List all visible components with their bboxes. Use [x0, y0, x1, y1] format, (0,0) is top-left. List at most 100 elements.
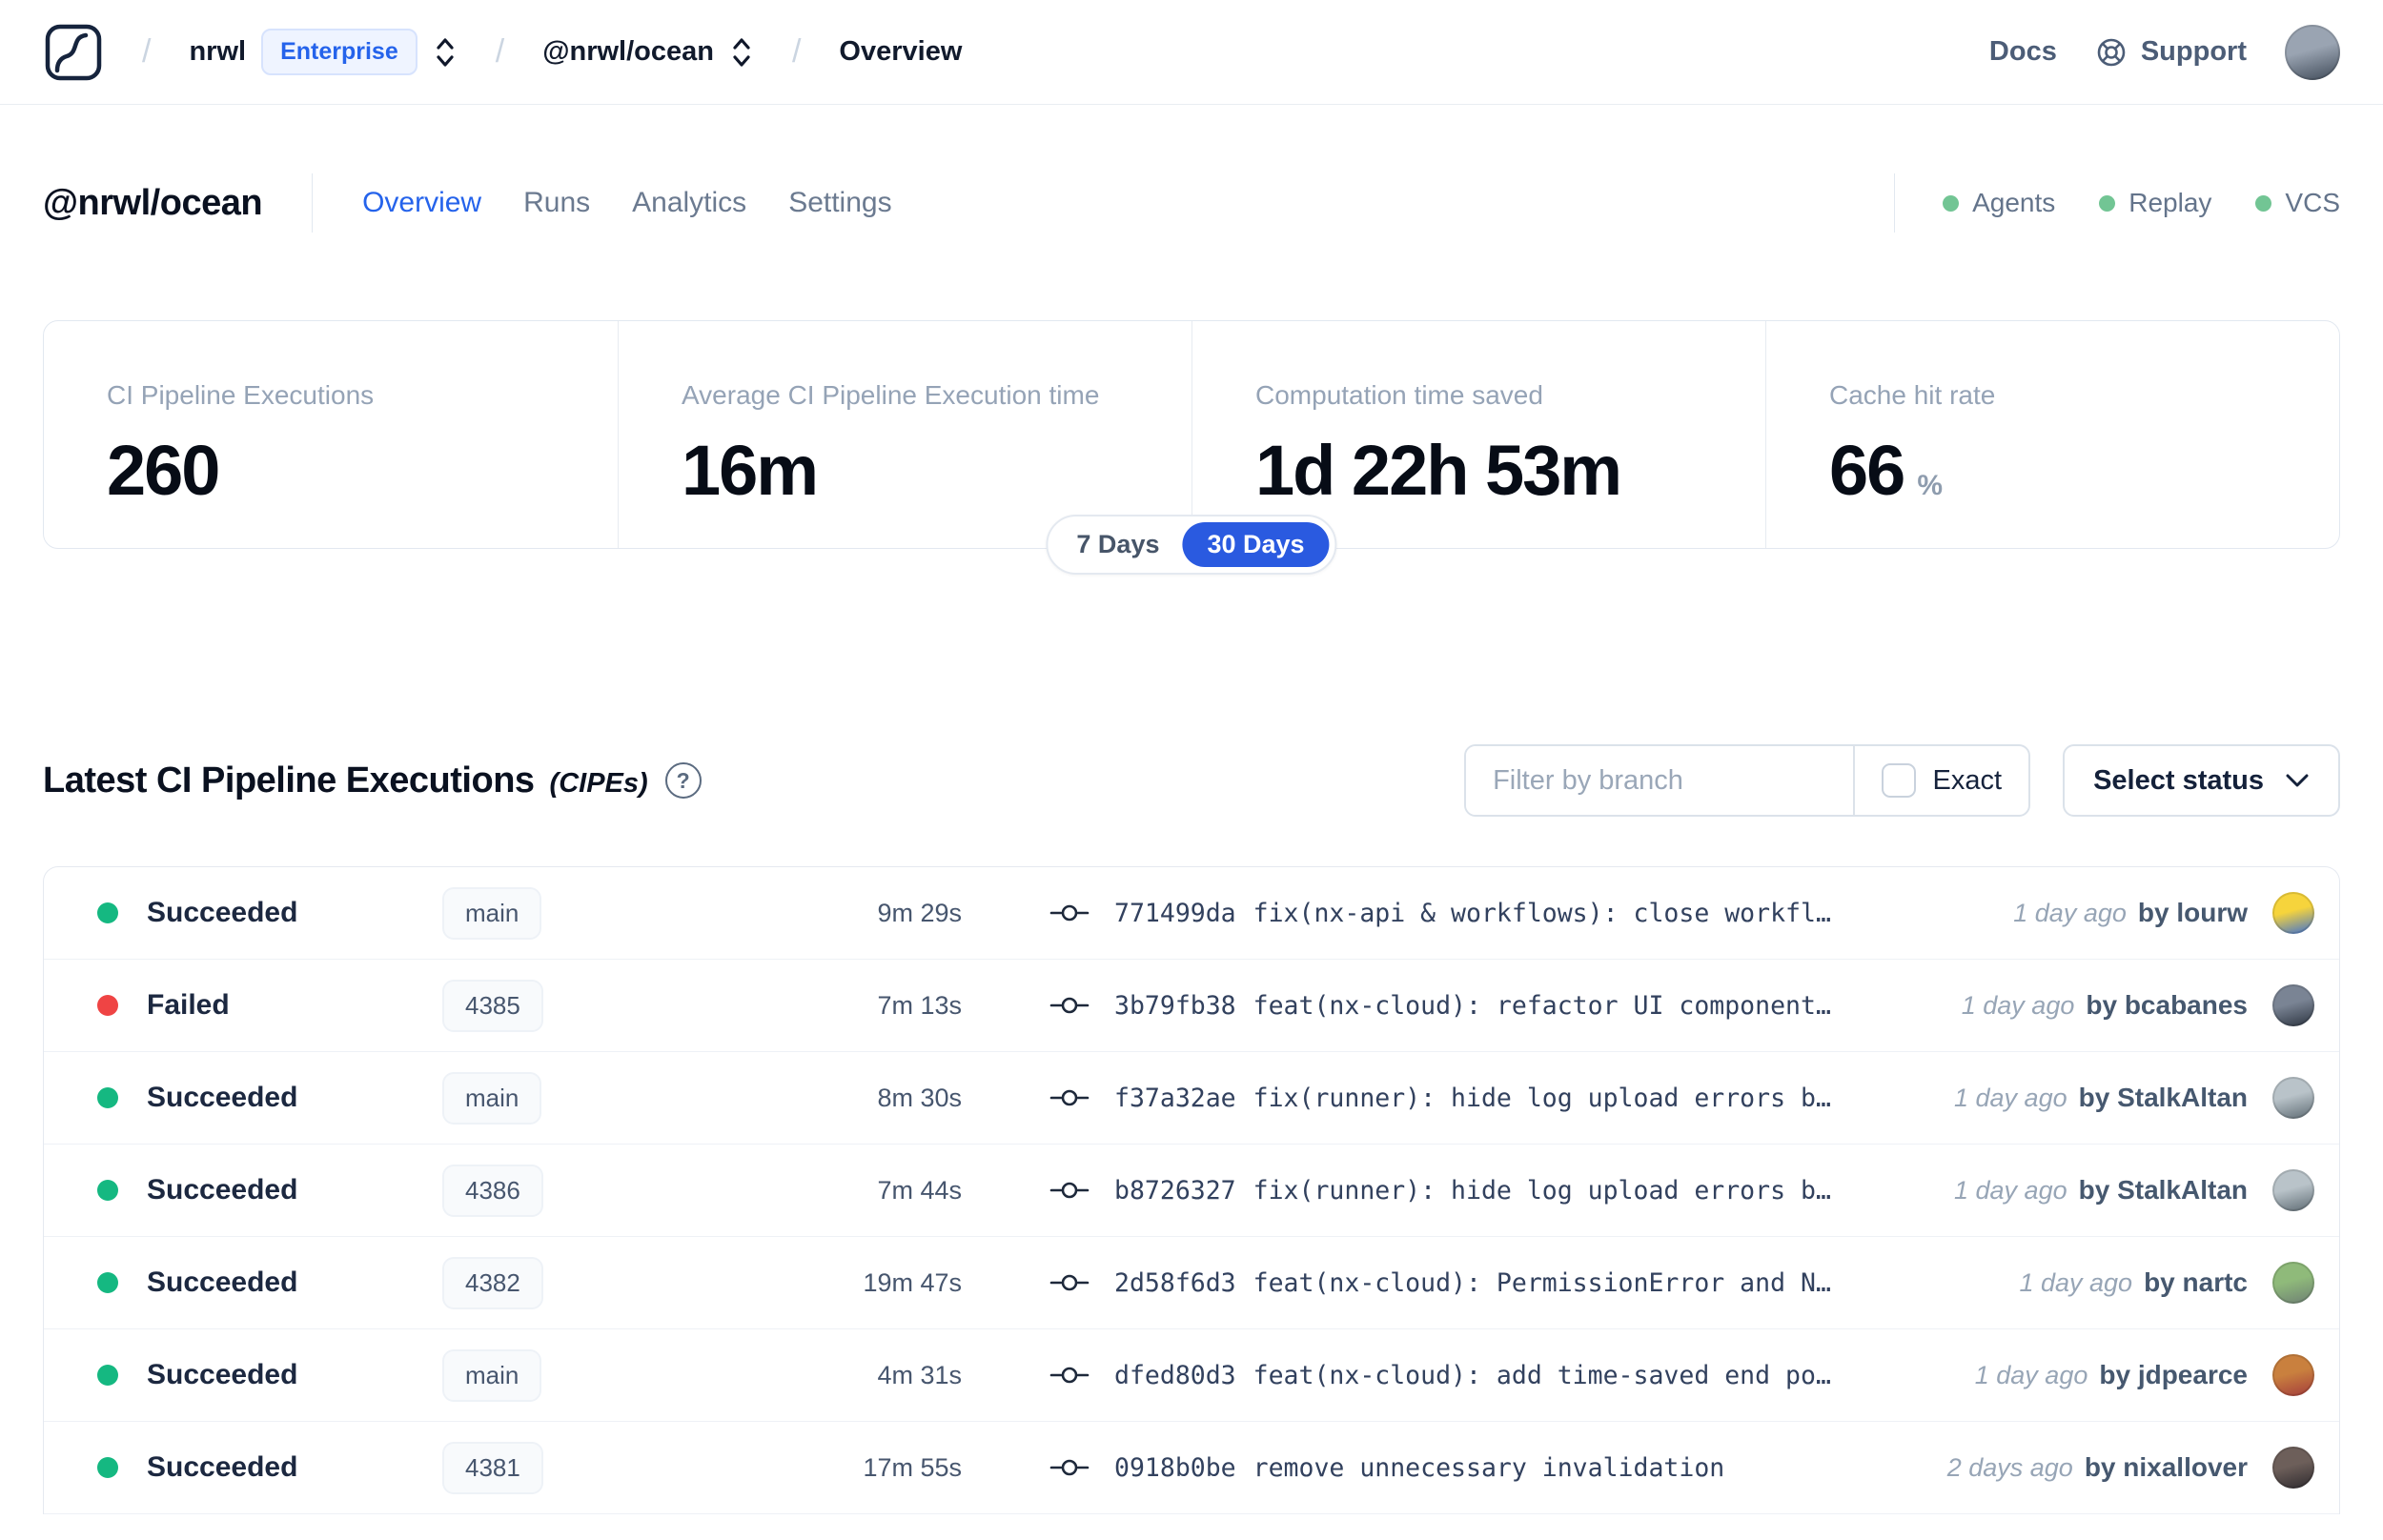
author-avatar[interactable]: [2272, 1447, 2314, 1489]
help-icon[interactable]: ?: [664, 762, 702, 799]
duration-label: 4m 31s: [877, 1360, 962, 1389]
lifebuoy-icon: [2097, 38, 2126, 66]
table-row[interactable]: Succeeded 4382 19m 47s 2d58f6d3 feat(nx-c…: [44, 1237, 2339, 1329]
git-commit-icon: [1049, 1459, 1090, 1476]
branch-filter-input[interactable]: [1466, 746, 1853, 815]
author-avatar[interactable]: [2272, 1354, 2314, 1396]
divider: [312, 173, 314, 233]
relative-time: 1 day ago: [1974, 1360, 2088, 1389]
relative-time: 1 day ago: [2019, 1267, 2133, 1297]
status-agents: Agents: [1943, 188, 2055, 218]
duration-label: 9m 29s: [877, 898, 962, 927]
commit-message[interactable]: 0918b0be remove unnecessary invalidation: [1114, 1453, 1724, 1483]
status-dot: [97, 995, 118, 1016]
status-dot: [97, 1365, 118, 1386]
table-row[interactable]: Failed 4385 7m 13s 3b79fb38 feat(nx-cloud…: [44, 960, 2339, 1052]
status-label: Succeeded: [147, 1174, 298, 1206]
commit-message[interactable]: f37a32ae fix(runner): hide log upload err…: [1114, 1084, 1831, 1113]
branch-badge[interactable]: main: [442, 1348, 542, 1402]
author-avatar[interactable]: [2272, 1169, 2314, 1211]
toggle-30-days[interactable]: 30 Days: [1182, 522, 1330, 567]
git-commit-icon: [1049, 1367, 1090, 1384]
table-row[interactable]: Succeeded main 4m 31s dfed80d3 feat(nx-cl…: [44, 1329, 2339, 1422]
author-avatar[interactable]: [2272, 1077, 2314, 1119]
author-label: by StalkAltan: [2078, 1175, 2248, 1205]
relative-time: 1 day ago: [1961, 990, 2075, 1020]
status-label: Succeeded: [147, 1266, 298, 1298]
stats-cards: CI Pipeline Executions 260 Average CI Pi…: [43, 320, 2340, 575]
commit-message[interactable]: 3b79fb38 feat(nx-cloud): refactor UI comp…: [1114, 991, 1831, 1021]
author-label: by nartc: [2144, 1267, 2248, 1297]
author-avatar[interactable]: [2272, 892, 2314, 934]
page-title: @nrwl/ocean: [43, 182, 263, 223]
cipe-section-header: Latest CI Pipeline Executions (CIPEs) ? …: [43, 744, 2340, 817]
nx-cloud-logo-icon[interactable]: [43, 22, 104, 83]
table-row[interactable]: Succeeded main 9m 29s 771499da fix(nx-api…: [44, 867, 2339, 960]
branch-badge[interactable]: 4386: [442, 1164, 543, 1217]
toggle-7-days[interactable]: 7 Days: [1053, 522, 1182, 567]
branch-badge[interactable]: main: [442, 1071, 542, 1125]
green-dot-icon: [2255, 194, 2272, 212]
commit-message[interactable]: b8726327 fix(runner): hide log upload err…: [1114, 1176, 1831, 1206]
cipe-table: Succeeded main 9m 29s 771499da fix(nx-api…: [43, 866, 2340, 1514]
workspace-crumb[interactable]: @nrwl/ocean: [542, 36, 754, 69]
commit-message[interactable]: 771499da fix(nx-api & workflows): close w…: [1114, 899, 1831, 928]
duration-label: 8m 30s: [877, 1083, 962, 1112]
author-label: by bcabanes: [2086, 990, 2248, 1020]
org-crumb[interactable]: nrwl Enterprise: [189, 29, 457, 75]
status-dot: [97, 902, 118, 923]
status-dot: [97, 1457, 118, 1478]
table-row[interactable]: Succeeded main 8m 30s f37a32ae fix(runner…: [44, 1052, 2339, 1145]
stat-ci-pipeline-executions: CI Pipeline Executions 260: [107, 380, 375, 510]
exact-toggle[interactable]: Exact: [1852, 746, 2029, 815]
exact-checkbox[interactable]: [1881, 763, 1916, 798]
duration-label: 17m 55s: [863, 1452, 962, 1482]
workspace-switcher-icon[interactable]: [729, 36, 754, 69]
author-label: by nixallover: [2084, 1452, 2248, 1482]
relative-time: 2 days ago: [1946, 1452, 2073, 1482]
table-row[interactable]: Succeeded 4386 7m 44s b8726327 fix(runner…: [44, 1145, 2339, 1237]
tab-runs[interactable]: Runs: [523, 187, 590, 219]
status-label: Failed: [147, 989, 230, 1021]
breadcrumb-separator: /: [791, 33, 802, 70]
section-title-suffix: (CIPEs): [549, 767, 648, 799]
divider: [1894, 173, 1896, 233]
commit-message[interactable]: 2d58f6d3 feat(nx-cloud): PermissionError …: [1114, 1268, 1831, 1298]
support-link[interactable]: Support: [2095, 36, 2247, 69]
git-commit-icon: [1049, 1182, 1090, 1199]
green-dot-icon: [2099, 194, 2116, 212]
duration-label: 7m 13s: [877, 990, 962, 1020]
branch-badge[interactable]: 4382: [442, 1256, 543, 1309]
status-dot: [97, 1272, 118, 1293]
breadcrumb: / nrwl Enterprise / @nrwl/ocean / Overvi…: [43, 22, 962, 83]
tab-analytics[interactable]: Analytics: [632, 187, 746, 219]
workspace-header: @nrwl/ocean Overview Runs Analytics Sett…: [43, 173, 2340, 233]
author-avatar[interactable]: [2272, 1262, 2314, 1304]
branch-filter-group: Exact: [1464, 744, 2031, 817]
breadcrumb-separator: /: [495, 33, 505, 70]
tab-settings[interactable]: Settings: [788, 187, 891, 219]
period-toggle: 7 Days 30 Days: [1046, 515, 1337, 575]
tab-overview[interactable]: Overview: [362, 187, 481, 219]
support-label: Support: [2140, 36, 2247, 67]
git-commit-icon: [1049, 1274, 1090, 1291]
relative-time: 1 day ago: [2013, 898, 2127, 927]
commit-message[interactable]: dfed80d3 feat(nx-cloud): add time-saved e…: [1114, 1361, 1831, 1390]
table-row[interactable]: Succeeded 4381 17m 55s 0918b0be remove un…: [44, 1422, 2339, 1514]
author-avatar[interactable]: [2272, 984, 2314, 1026]
git-commit-icon: [1049, 1089, 1090, 1106]
docs-link[interactable]: Docs: [1989, 36, 2057, 68]
green-dot-icon: [1943, 194, 1960, 212]
branch-badge[interactable]: main: [442, 886, 542, 940]
git-commit-icon: [1049, 997, 1090, 1014]
status-label: Succeeded: [147, 1082, 298, 1113]
relative-time: 1 day ago: [1954, 1083, 2067, 1112]
status-label: Succeeded: [147, 1451, 298, 1483]
user-avatar[interactable]: [2285, 24, 2340, 80]
workspace-name: @nrwl/ocean: [542, 36, 714, 67]
select-status-dropdown[interactable]: Select status: [2063, 744, 2340, 817]
git-commit-icon: [1049, 904, 1090, 922]
branch-badge[interactable]: 4381: [442, 1441, 543, 1494]
org-switcher-icon[interactable]: [433, 36, 458, 69]
branch-badge[interactable]: 4385: [442, 979, 543, 1032]
